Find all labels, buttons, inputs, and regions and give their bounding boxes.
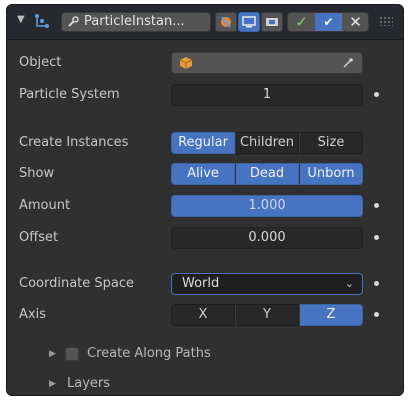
create-instances-selector: Regular Children Size [171, 132, 363, 154]
particle-instance-icon [35, 14, 49, 28]
eyedropper-icon [221, 16, 231, 28]
offset-slider[interactable]: 0.000 [171, 227, 363, 249]
create-along-paths-panel[interactable]: ▶ Create Along Paths [7, 343, 403, 367]
coordinate-space-row: Coordinate Space World ⌄ [7, 272, 403, 296]
create-instances-row: Create Instances Regular Children Size [7, 131, 403, 155]
object-label: Object [19, 55, 62, 70]
axis-selector: X Y Z [171, 304, 363, 326]
offset-label: Offset [19, 230, 59, 245]
drag-grip-icon[interactable] [379, 16, 393, 26]
camera-icon [266, 18, 278, 26]
collapse-arrow-icon[interactable]: ▼ [17, 14, 25, 25]
object-row: Object [7, 51, 403, 75]
amount-socket-dot[interactable] [374, 203, 379, 208]
header-toggle-group: ✓ ✔ ✕ [287, 12, 369, 32]
create-instances-regular[interactable]: Regular [171, 132, 235, 154]
render-viewport-toggle[interactable] [238, 12, 260, 32]
create-instances-children[interactable]: Children [235, 132, 299, 154]
check-icon[interactable]: ✓ [288, 13, 315, 31]
particle-system-field[interactable]: 1 [171, 84, 363, 106]
monitor-icon [242, 16, 256, 28]
input-socket-dot[interactable] [374, 92, 379, 97]
show-label: Show [19, 166, 55, 181]
show-dead[interactable]: Dead [235, 163, 299, 185]
axis-label: Axis [19, 307, 46, 322]
create-instances-label: Create Instances [19, 135, 129, 150]
layers-label: Layers [67, 376, 111, 391]
show-unborn[interactable]: Unborn [299, 163, 363, 185]
amount-label: Amount [19, 198, 71, 213]
expand-arrow-icon[interactable]: ▶ [49, 349, 56, 359]
object-cube-icon [179, 57, 193, 69]
node-name-text: ParticleInstan... [84, 14, 185, 29]
show-selector: Alive Dead Unborn [171, 163, 363, 185]
particle-system-label: Particle System [19, 87, 120, 102]
axis-socket-dot[interactable] [374, 312, 379, 317]
particle-instance-node: ▼ ParticleInstan... ✓ ✔ ✕ Object Particl… [6, 4, 404, 396]
node-header: ▼ ParticleInstan... ✓ ✔ ✕ [7, 5, 403, 40]
coordinate-space-label: Coordinate Space [19, 276, 135, 291]
render-camera-toggle[interactable] [261, 12, 283, 32]
tick-icon[interactable]: ✔ [315, 13, 342, 31]
show-row: Show Alive Dead Unborn [7, 162, 403, 186]
coordinate-space-dropdown[interactable]: World ⌄ [171, 273, 363, 295]
offset-socket-dot[interactable] [374, 235, 379, 240]
particle-system-row: Particle System 1 [7, 83, 403, 107]
eyedropper-picker-icon[interactable] [342, 57, 354, 69]
axis-z[interactable]: Z [299, 304, 363, 326]
coordinate-space-socket-dot[interactable] [374, 281, 379, 286]
amount-slider[interactable]: 1.000 [171, 195, 363, 217]
eyedropper-button[interactable] [215, 12, 237, 32]
amount-row: Amount 1.000 [7, 194, 403, 218]
chevron-down-icon: ⌄ [344, 277, 354, 290]
axis-x[interactable]: X [171, 304, 235, 326]
close-icon[interactable]: ✕ [342, 13, 369, 31]
node-name-field[interactable]: ParticleInstan... [61, 12, 211, 32]
coordinate-space-value: World [182, 276, 220, 291]
create-along-paths-label: Create Along Paths [87, 346, 211, 361]
axis-row: Axis X Y Z [7, 303, 403, 327]
layers-expand-arrow-icon[interactable]: ▶ [49, 379, 56, 389]
show-alive[interactable]: Alive [171, 163, 235, 185]
offset-row: Offset 0.000 [7, 226, 403, 250]
axis-y[interactable]: Y [235, 304, 299, 326]
object-field[interactable] [171, 52, 363, 74]
create-along-paths-checkbox[interactable] [65, 347, 79, 361]
create-instances-size[interactable]: Size [299, 132, 363, 154]
layers-panel[interactable]: ▶ Layers [7, 373, 403, 395]
wrench-icon [68, 16, 79, 27]
